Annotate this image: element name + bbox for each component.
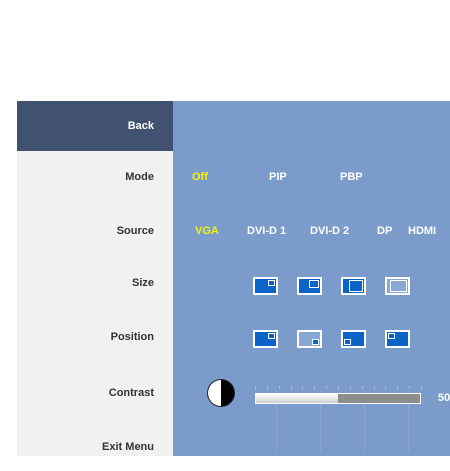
mode-option-pip[interactable]: PIP [269, 171, 287, 183]
source-option-vga[interactable]: VGA [195, 225, 219, 237]
source-option-dvi-d-1[interactable]: DVI-D 1 [247, 225, 286, 237]
settings-panel: Off PIP PBP VGA DVI-D 1 DVI-D 2 DP HDMI [173, 101, 450, 456]
menu-item-position[interactable]: Position [17, 331, 154, 343]
osd-menu: Back Mode Source Size Position Contrast … [17, 101, 450, 456]
menu-item-source[interactable]: Source [17, 225, 154, 237]
slider-tick [349, 386, 351, 389]
slider-tick [302, 386, 304, 389]
pip-bottom-right-icon[interactable] [297, 330, 322, 348]
contrast-slider-fill [256, 394, 338, 403]
slider-tick [314, 386, 316, 389]
pip-top-left-icon[interactable] [385, 330, 410, 348]
slider-tick [385, 386, 387, 389]
menu-item-back[interactable]: Back [17, 101, 173, 151]
slider-ticks [255, 386, 422, 390]
slider-tick [266, 386, 268, 389]
pip-large-icon[interactable] [341, 277, 366, 295]
pip-top-right-icon[interactable] [253, 330, 278, 348]
pip-empty-icon[interactable] [385, 277, 410, 295]
slider-tick [409, 386, 411, 389]
slider-tick [326, 386, 328, 389]
menu-item-size[interactable]: Size [17, 277, 154, 289]
slider-tick [290, 386, 292, 389]
slider-tick [361, 386, 363, 389]
contrast-icon [207, 379, 235, 407]
menu-item-mode[interactable]: Mode [17, 171, 154, 183]
contrast-slider[interactable] [255, 393, 421, 404]
pip-medium-icon[interactable] [297, 277, 322, 295]
slider-tick [373, 386, 375, 389]
slider-tick [338, 386, 339, 389]
menu-list: Back Mode Source Size Position Contrast … [17, 101, 173, 456]
slider-tick [421, 386, 422, 389]
slider-tick [255, 386, 256, 389]
mode-option-pbp[interactable]: PBP [340, 171, 363, 183]
source-option-hdmi[interactable]: HDMI [408, 225, 436, 237]
menu-item-exit[interactable]: Exit Menu [17, 441, 154, 453]
mode-option-off[interactable]: Off [192, 171, 208, 183]
slider-tick [397, 386, 399, 389]
menu-label-back: Back [127, 120, 154, 132]
source-option-dvi-d-2[interactable]: DVI-D 2 [310, 225, 349, 237]
contrast-value: 50 [438, 392, 450, 404]
menu-item-contrast[interactable]: Contrast [17, 387, 154, 399]
slider-tick [278, 386, 280, 389]
source-option-dp[interactable]: DP [377, 225, 392, 237]
pip-bottom-left-icon[interactable] [341, 330, 366, 348]
pip-small-icon[interactable] [253, 277, 278, 295]
